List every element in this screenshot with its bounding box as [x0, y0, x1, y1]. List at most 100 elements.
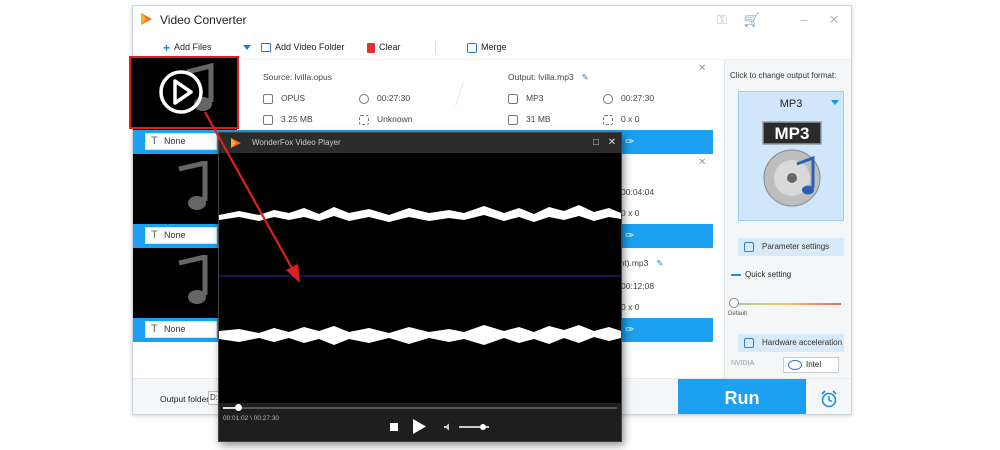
output-size: 31 MB [508, 114, 551, 125]
output-resolution-value: 0 x 0 [621, 208, 640, 218]
quality-slider-handle[interactable] [729, 298, 739, 308]
source-duration-value: 00:27:30 [377, 93, 411, 103]
caret-down-icon [831, 100, 839, 105]
quality-slider-track[interactable] [733, 303, 841, 305]
highlight-box [129, 56, 239, 129]
source-filename: Source: lvilla.opus [263, 72, 332, 82]
hardware-acceleration-button[interactable]: Hardware acceleration [738, 334, 844, 352]
volume-handle[interactable] [480, 424, 486, 430]
waveform-visual [219, 205, 621, 345]
alarm-clock-icon[interactable] [819, 389, 839, 409]
merge-button[interactable]: Merge [467, 39, 507, 55]
output-filename: Output: lvilla.mp3 ✎ [508, 72, 589, 83]
parameter-settings-button[interactable]: Parameter settings [738, 238, 844, 256]
stage: Video Converter ⚿ 🛒 – ✕ + Add Files Add V… [0, 0, 1000, 450]
add-files-label: Add Files [174, 42, 212, 52]
output-format-selector[interactable]: MP3 MP3 [738, 91, 844, 221]
clock-icon [359, 93, 369, 104]
merge-icon [467, 42, 477, 53]
edit-icon[interactable]: ✑ [625, 135, 639, 149]
nvidia-label: NVIDIA [731, 360, 755, 367]
nvidia-option[interactable]: NVIDIA [731, 360, 754, 367]
play-button[interactable] [411, 418, 427, 435]
key-icon[interactable]: ⚿ [711, 10, 733, 30]
source-format-value: OPUS [281, 93, 306, 103]
output-duration-value: 00:04:04 [621, 187, 655, 197]
output-duration-value: 00:12:08 [621, 281, 655, 291]
toolbar: + Add Files Add Video Folder Clear Merge [133, 34, 851, 60]
time-display: 00:01:02 \ 00:27:30 [223, 415, 279, 422]
toolbar-divider [435, 41, 436, 53]
title-bar: Video Converter ⚿ 🛒 – ✕ [133, 6, 851, 34]
edit-pen-icon[interactable]: ✎ [656, 258, 663, 268]
gpu-options: NVIDIA Intel [731, 357, 848, 373]
arrow-divider [444, 82, 464, 106]
parameter-settings-label: Parameter settings [762, 242, 830, 251]
hardware-acceleration-label: Hardware acceleration [762, 338, 843, 347]
player-title-bar: WonderFox Video Player □ ✕ [219, 133, 621, 153]
volume-icon[interactable] [443, 422, 453, 432]
output-resolution-value: 0 x 0 [621, 114, 640, 124]
output-size-value: 31 MB [526, 114, 551, 124]
add-files-dropdown[interactable] [243, 39, 251, 55]
current-time: 00:01:02 [223, 415, 249, 422]
output-format-panel: Click to change output format: MP3 MP3 P… [724, 60, 851, 378]
subtitle-select[interactable]: T None [145, 321, 217, 338]
player-logo-icon [231, 138, 241, 148]
mp3-format-icon: MP3 [762, 121, 822, 207]
total-time: 00:27:30 [253, 415, 280, 422]
output-format-value: MP3 [526, 93, 544, 103]
output-folder-label: Output folder: [160, 394, 212, 404]
close-icon[interactable]: ✕ [823, 10, 845, 30]
quick-setting-label: Quick setting [731, 270, 791, 279]
lower-waveform [219, 325, 621, 345]
default-label: Default [728, 311, 748, 317]
clear-label: Clear [379, 42, 401, 52]
output-filename-value: Output: lvilla.mp3 [508, 72, 574, 82]
seek-handle[interactable] [234, 404, 242, 411]
text-icon: T [151, 323, 158, 335]
add-files-button[interactable]: + Add Files [163, 39, 212, 55]
plus-icon: + [163, 40, 171, 55]
run-button[interactable]: Run [678, 379, 806, 414]
output-format: MP3 [508, 93, 543, 104]
chip-icon [744, 338, 754, 348]
source-resolution-value: Unknown [377, 114, 413, 124]
add-video-folder-button[interactable]: Add Video Folder [261, 39, 344, 55]
merge-label: Merge [481, 42, 507, 52]
edit-icon[interactable]: ✑ [625, 323, 639, 337]
music-note-icon [178, 255, 208, 304]
clear-button[interactable]: Clear [367, 39, 401, 55]
add-video-folder-label: Add Video Folder [275, 42, 345, 52]
source-size-value: 3.25 MB [281, 114, 313, 124]
intel-option[interactable]: Intel [783, 357, 839, 373]
close-icon[interactable]: ✕ [605, 136, 619, 150]
edit-icon[interactable]: ✑ [625, 229, 639, 243]
upper-waveform [219, 205, 621, 222]
remove-file-icon[interactable]: ✕ [698, 157, 706, 168]
play-icon [413, 419, 426, 434]
play-circle-icon [159, 62, 214, 114]
output-resolution: 0 x 0 [603, 114, 639, 125]
intel-logo-icon [788, 360, 802, 370]
subtitle-value: None [164, 136, 186, 146]
folder-icon [508, 114, 518, 125]
minimize-icon[interactable]: – [793, 10, 815, 30]
folder-icon [263, 114, 273, 125]
text-icon: T [151, 135, 158, 147]
remove-file-icon[interactable]: ✕ [698, 63, 706, 74]
seek-bar[interactable] [223, 407, 617, 409]
resolution-icon [359, 114, 369, 125]
stop-button[interactable] [390, 423, 398, 431]
subtitle-select[interactable]: T None [145, 133, 217, 150]
subtitle-select[interactable]: T None [145, 227, 217, 244]
cart-icon[interactable]: 🛒 [741, 10, 763, 30]
edit-pen-icon[interactable]: ✎ [582, 72, 589, 82]
trash-icon [367, 42, 375, 53]
resolution-icon [603, 114, 613, 125]
time-separator: \ [250, 415, 252, 422]
source-resolution: Unknown [359, 114, 412, 125]
maximize-icon[interactable]: □ [589, 136, 603, 150]
folder-icon [261, 43, 271, 53]
change-format-label: Click to change output format: [730, 71, 837, 80]
